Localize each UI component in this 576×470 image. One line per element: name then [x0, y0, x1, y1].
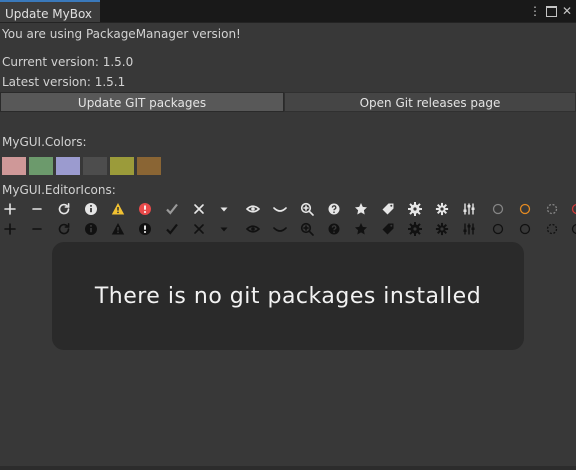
color-swatch: [110, 157, 134, 175]
circle-orange-icon: [516, 200, 534, 218]
zoom-icon: [298, 220, 316, 238]
error-icon: [136, 220, 154, 238]
gear-large-icon: [406, 200, 424, 218]
close-icon[interactable]: ✕: [560, 3, 574, 19]
refresh-icon: [55, 200, 73, 218]
color-swatch: [137, 157, 161, 175]
curve-icon: [271, 220, 289, 238]
circle-dashed-icon: [543, 200, 561, 218]
help-icon: [325, 200, 343, 218]
circle-orange-icon: [516, 220, 534, 238]
error-icon: [136, 200, 154, 218]
minus-icon: [28, 200, 46, 218]
window-bottom-edge: [0, 466, 576, 470]
circle-icon: [489, 200, 507, 218]
warning-icon: [109, 200, 127, 218]
dropdown-arrow-icon: [215, 200, 233, 218]
info-icon: [82, 200, 100, 218]
circle-icon: [489, 220, 507, 238]
update-git-packages-button[interactable]: Update GIT packages: [0, 92, 284, 112]
checkmark-icon: [163, 200, 181, 218]
plus-icon: [1, 200, 19, 218]
window-tab-update-mybox[interactable]: Update MyBox: [0, 0, 101, 22]
circle-red-icon: [568, 220, 576, 238]
refresh-icon: [55, 220, 73, 238]
color-swatch: [83, 157, 107, 175]
notification-overlay: There is no git packages installed: [52, 242, 524, 350]
color-swatch: [2, 157, 26, 175]
colors-section-label: MyGUI.Colors:: [2, 135, 87, 149]
maximize-icon[interactable]: [544, 3, 558, 19]
sliders-icon: [460, 200, 478, 218]
editor-icons-light-row: [0, 200, 576, 218]
circle-red-icon: [568, 200, 576, 218]
dropdown-arrow-icon: [215, 220, 233, 238]
open-git-releases-button[interactable]: Open Git releases page: [284, 92, 576, 112]
minus-icon: [28, 220, 46, 238]
color-swatch: [56, 157, 80, 175]
window-tab-title: Update MyBox: [5, 7, 93, 21]
gear-small-icon: [433, 200, 451, 218]
curve-icon: [271, 200, 289, 218]
warning-icon: [109, 220, 127, 238]
window-tab-bar: Update MyBox ⋮ ✕: [0, 0, 576, 23]
plus-icon: [1, 220, 19, 238]
cross-icon: [190, 220, 208, 238]
checkmark-icon: [163, 220, 181, 238]
latest-version-label: Latest version: 1.5.1: [2, 75, 126, 89]
star-icon: [352, 220, 370, 238]
color-swatch: [29, 157, 53, 175]
package-manager-notice: You are using PackageManager version!: [2, 27, 241, 41]
cross-icon: [190, 200, 208, 218]
tag-icon: [379, 200, 397, 218]
editor-icons-section-label: MyGUI.EditorIcons:: [2, 183, 116, 197]
gear-small-icon: [433, 220, 451, 238]
sliders-icon: [460, 220, 478, 238]
current-version-label: Current version: 1.5.0: [2, 55, 134, 69]
zoom-icon: [298, 200, 316, 218]
tag-icon: [379, 220, 397, 238]
gear-large-icon: [406, 220, 424, 238]
info-icon: [82, 220, 100, 238]
eye-icon: [244, 220, 262, 238]
window-menu-icon[interactable]: ⋮: [528, 3, 542, 19]
help-icon: [325, 220, 343, 238]
eye-icon: [244, 200, 262, 218]
circle-dashed-icon: [543, 220, 561, 238]
no-packages-message: There is no git packages installed: [94, 283, 482, 309]
editor-icons-dark-row: [0, 220, 576, 238]
star-icon: [352, 200, 370, 218]
